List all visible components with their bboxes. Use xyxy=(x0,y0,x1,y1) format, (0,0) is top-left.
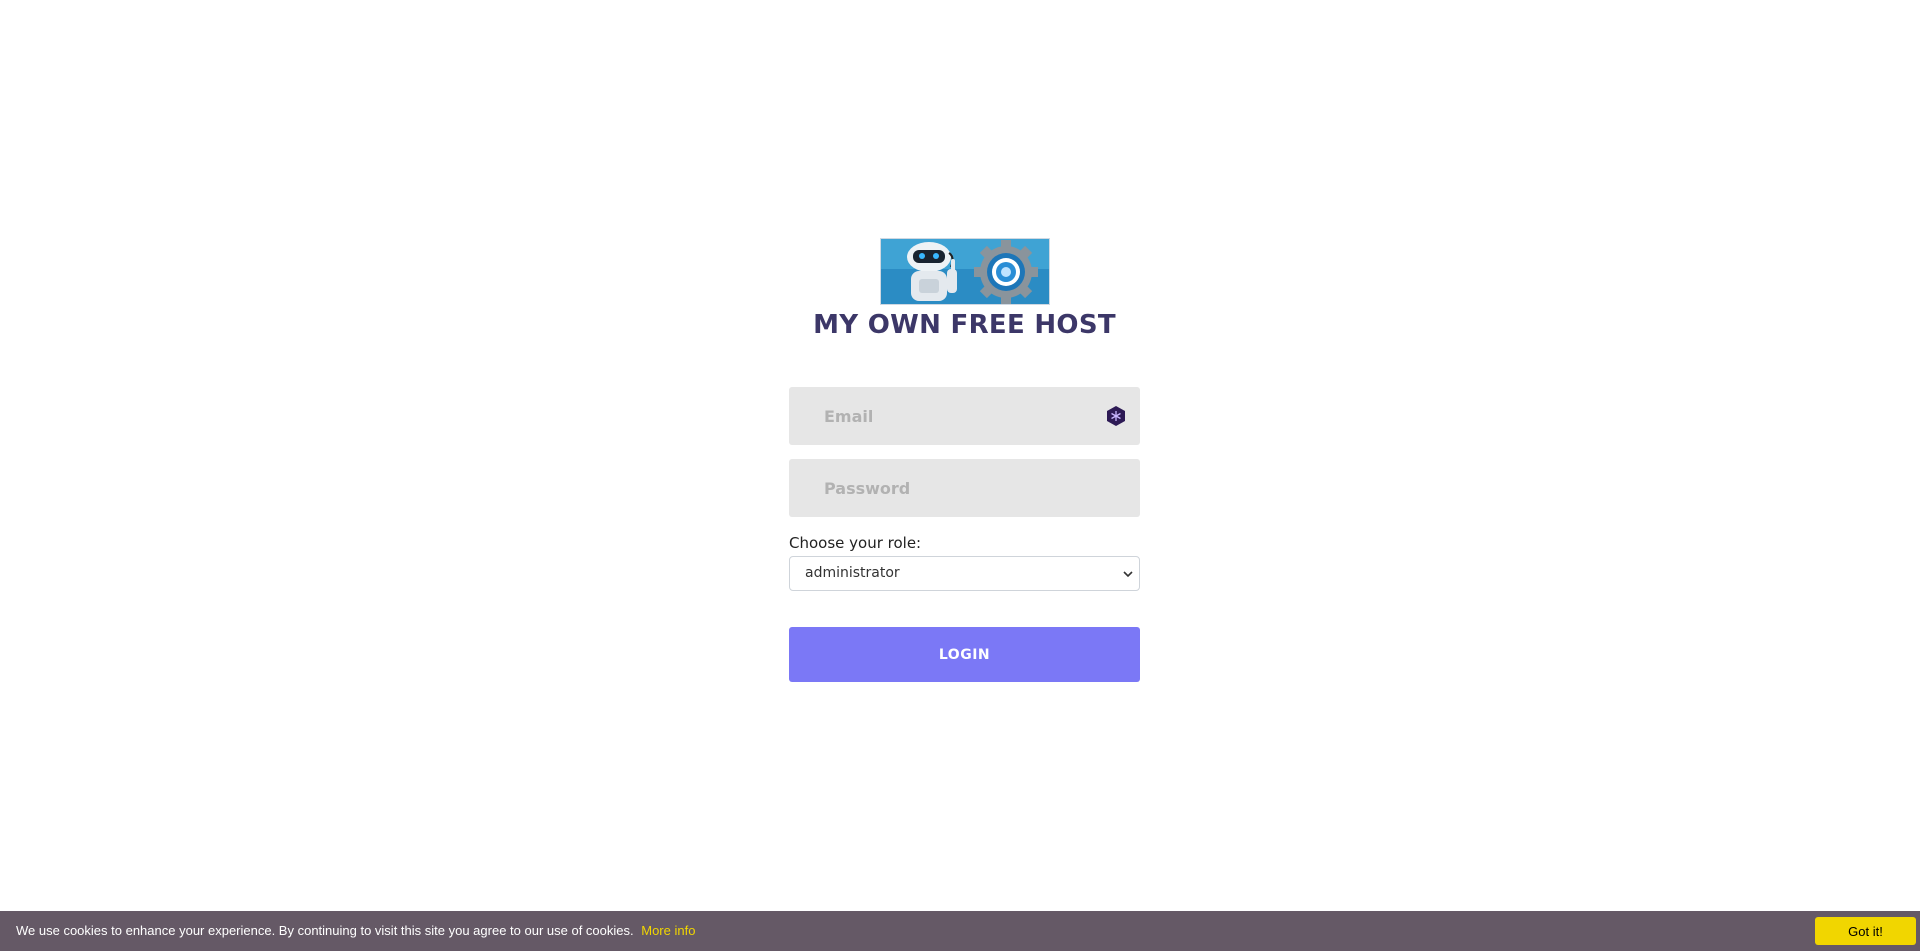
chevron-down-icon xyxy=(1121,566,1135,580)
login-button[interactable]: LOGIN xyxy=(789,627,1140,682)
role-select[interactable]: administrator xyxy=(789,556,1140,591)
cookie-more-info-link[interactable]: More info xyxy=(641,923,695,938)
cookie-text: We use cookies to enhance your experienc… xyxy=(16,923,634,938)
site-title: MY OWN FREE HOST xyxy=(813,310,1116,340)
role-label: Choose your role: xyxy=(789,534,922,552)
email-field[interactable] xyxy=(789,387,1140,445)
email-field-container xyxy=(789,387,1140,445)
robot-logo-icon xyxy=(880,238,1050,305)
cookie-banner: We use cookies to enhance your experienc… xyxy=(0,911,1920,951)
password-field-container xyxy=(789,459,1140,517)
login-page: MY OWN FREE HOST Choose your role: admin… xyxy=(0,0,1920,951)
password-manager-icon[interactable] xyxy=(1105,405,1127,427)
cookie-accept-button[interactable]: Got it! xyxy=(1815,917,1916,945)
password-field[interactable] xyxy=(789,459,1140,517)
role-selected-value: administrator xyxy=(805,565,900,581)
cookie-message: We use cookies to enhance your experienc… xyxy=(16,923,695,938)
